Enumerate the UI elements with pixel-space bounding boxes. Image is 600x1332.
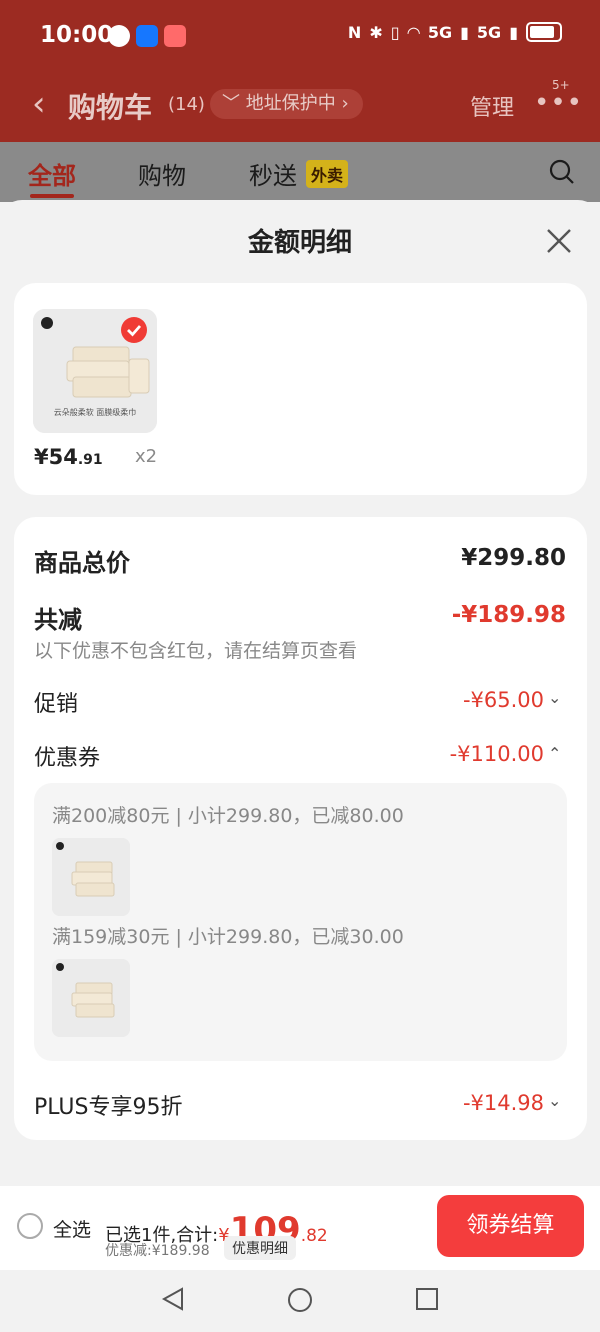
nav-recent-icon[interactable] — [414, 1286, 440, 1312]
tab-instant[interactable]: 秒送 — [249, 156, 297, 191]
product-price-dec: .91 — [77, 452, 103, 468]
plus-value[interactable]: -¥14.98 — [463, 1091, 544, 1115]
status-time: 10:00 — [40, 22, 114, 48]
checkout-button[interactable]: 领券结算 — [437, 1195, 584, 1257]
signal-icon: ▮ — [460, 22, 469, 42]
chevron-down-icon: ﹀ — [222, 93, 240, 114]
coupon-value[interactable]: -¥110.00 — [450, 742, 544, 766]
bluetooth-icon: ✱ — [369, 22, 383, 42]
cart-header: ‹ 购物车 (14) ﹀ 地址保护中 › 管理 ••• 5+ — [0, 72, 600, 142]
reduce-value: -¥189.98 — [451, 602, 566, 628]
close-icon[interactable] — [544, 226, 574, 256]
select-all-label[interactable]: 全选 — [53, 1215, 91, 1242]
status-app-icons — [108, 25, 186, 47]
chevron-down-icon[interactable]: ⌄ — [548, 688, 561, 707]
chevron-right-icon: › — [341, 93, 349, 114]
promo-label: 促销 — [34, 692, 79, 717]
tab-all[interactable]: 全部 — [28, 156, 76, 191]
network-5g-2: 5G — [476, 22, 502, 42]
discount-text: 优惠减:¥189.98 — [105, 1243, 210, 1259]
alipay-icon — [136, 25, 158, 47]
chevron-down-icon[interactable]: ⌄ — [548, 1091, 561, 1110]
discount-note: 以下优惠不包含红包，请在结算页查看 — [34, 640, 358, 662]
sheet-title: 金额明细 — [247, 228, 352, 258]
app-notification-icon — [164, 25, 186, 47]
product-price-int: ¥54 — [34, 445, 78, 469]
coupon-label: 优惠券 — [34, 746, 101, 771]
nav-back-icon[interactable] — [160, 1286, 186, 1312]
status-bar: 10:00 N ✱ ▯ ◠ 5G ▮ 5G ▮ — [0, 0, 600, 72]
search-icon[interactable] — [548, 158, 576, 186]
cart-count: (14) — [168, 94, 205, 115]
tab-underline — [30, 194, 74, 198]
select-all-radio[interactable] — [17, 1213, 43, 1239]
product-image-caption: 云朵般柔软 面膜级柔巾 — [53, 408, 137, 417]
page-title: 购物车 — [68, 91, 153, 124]
check-icon[interactable] — [120, 316, 148, 344]
wifi-icon: ◠ — [407, 22, 420, 42]
coupon-item-2: 满159减30元 | 小计299.80，已减30.00 — [52, 926, 404, 948]
wechat-icon — [108, 25, 130, 47]
coupon-item-1: 满200减80元 | 小计299.80，已减80.00 — [52, 805, 404, 827]
manage-button[interactable]: 管理 — [470, 90, 514, 122]
product-qty: x2 — [135, 446, 158, 467]
chevron-up-icon[interactable]: ⌃ — [548, 744, 561, 763]
plus-label: PLUS专享95折 — [34, 1095, 183, 1120]
coupon-item-2-thumb — [52, 959, 130, 1037]
cart-tabs: 全部 购物 秒送 外卖 — [0, 142, 600, 202]
product-thumb-picture — [52, 838, 130, 916]
back-icon[interactable]: ‹ — [32, 84, 46, 124]
status-right: N ✱ ▯ ◠ 5G ▮ 5G ▮ — [348, 22, 562, 42]
product-price: ¥54.91 — [34, 445, 103, 469]
signal-icon: ▮ — [509, 22, 518, 42]
discount-detail-button[interactable]: 优惠明细 — [224, 1236, 296, 1260]
more-badge: 5+ — [552, 78, 570, 92]
product-thumb-picture — [52, 959, 130, 1037]
network-5g-1: 5G — [427, 22, 453, 42]
total-label: 商品总价 — [34, 549, 130, 577]
address-protect-label: 地址保护中 — [245, 93, 336, 114]
total-value: ¥299.80 — [461, 545, 566, 571]
takeout-badge: 外卖 — [306, 160, 349, 188]
total-dec: .82 — [300, 1226, 328, 1246]
battery-icon — [526, 22, 562, 42]
nfc-icon: N — [347, 22, 362, 42]
tab-shopping[interactable]: 购物 — [138, 156, 186, 191]
coupon-item-1-thumb — [52, 838, 130, 916]
reduce-label: 共减 — [34, 606, 82, 634]
vibrate-icon: ▯ — [390, 22, 400, 42]
nav-home-icon[interactable] — [286, 1286, 314, 1314]
promo-value[interactable]: -¥65.00 — [463, 688, 544, 712]
more-icon[interactable]: ••• — [534, 88, 583, 118]
address-protect-button[interactable]: ﹀ 地址保护中 › — [210, 89, 363, 119]
